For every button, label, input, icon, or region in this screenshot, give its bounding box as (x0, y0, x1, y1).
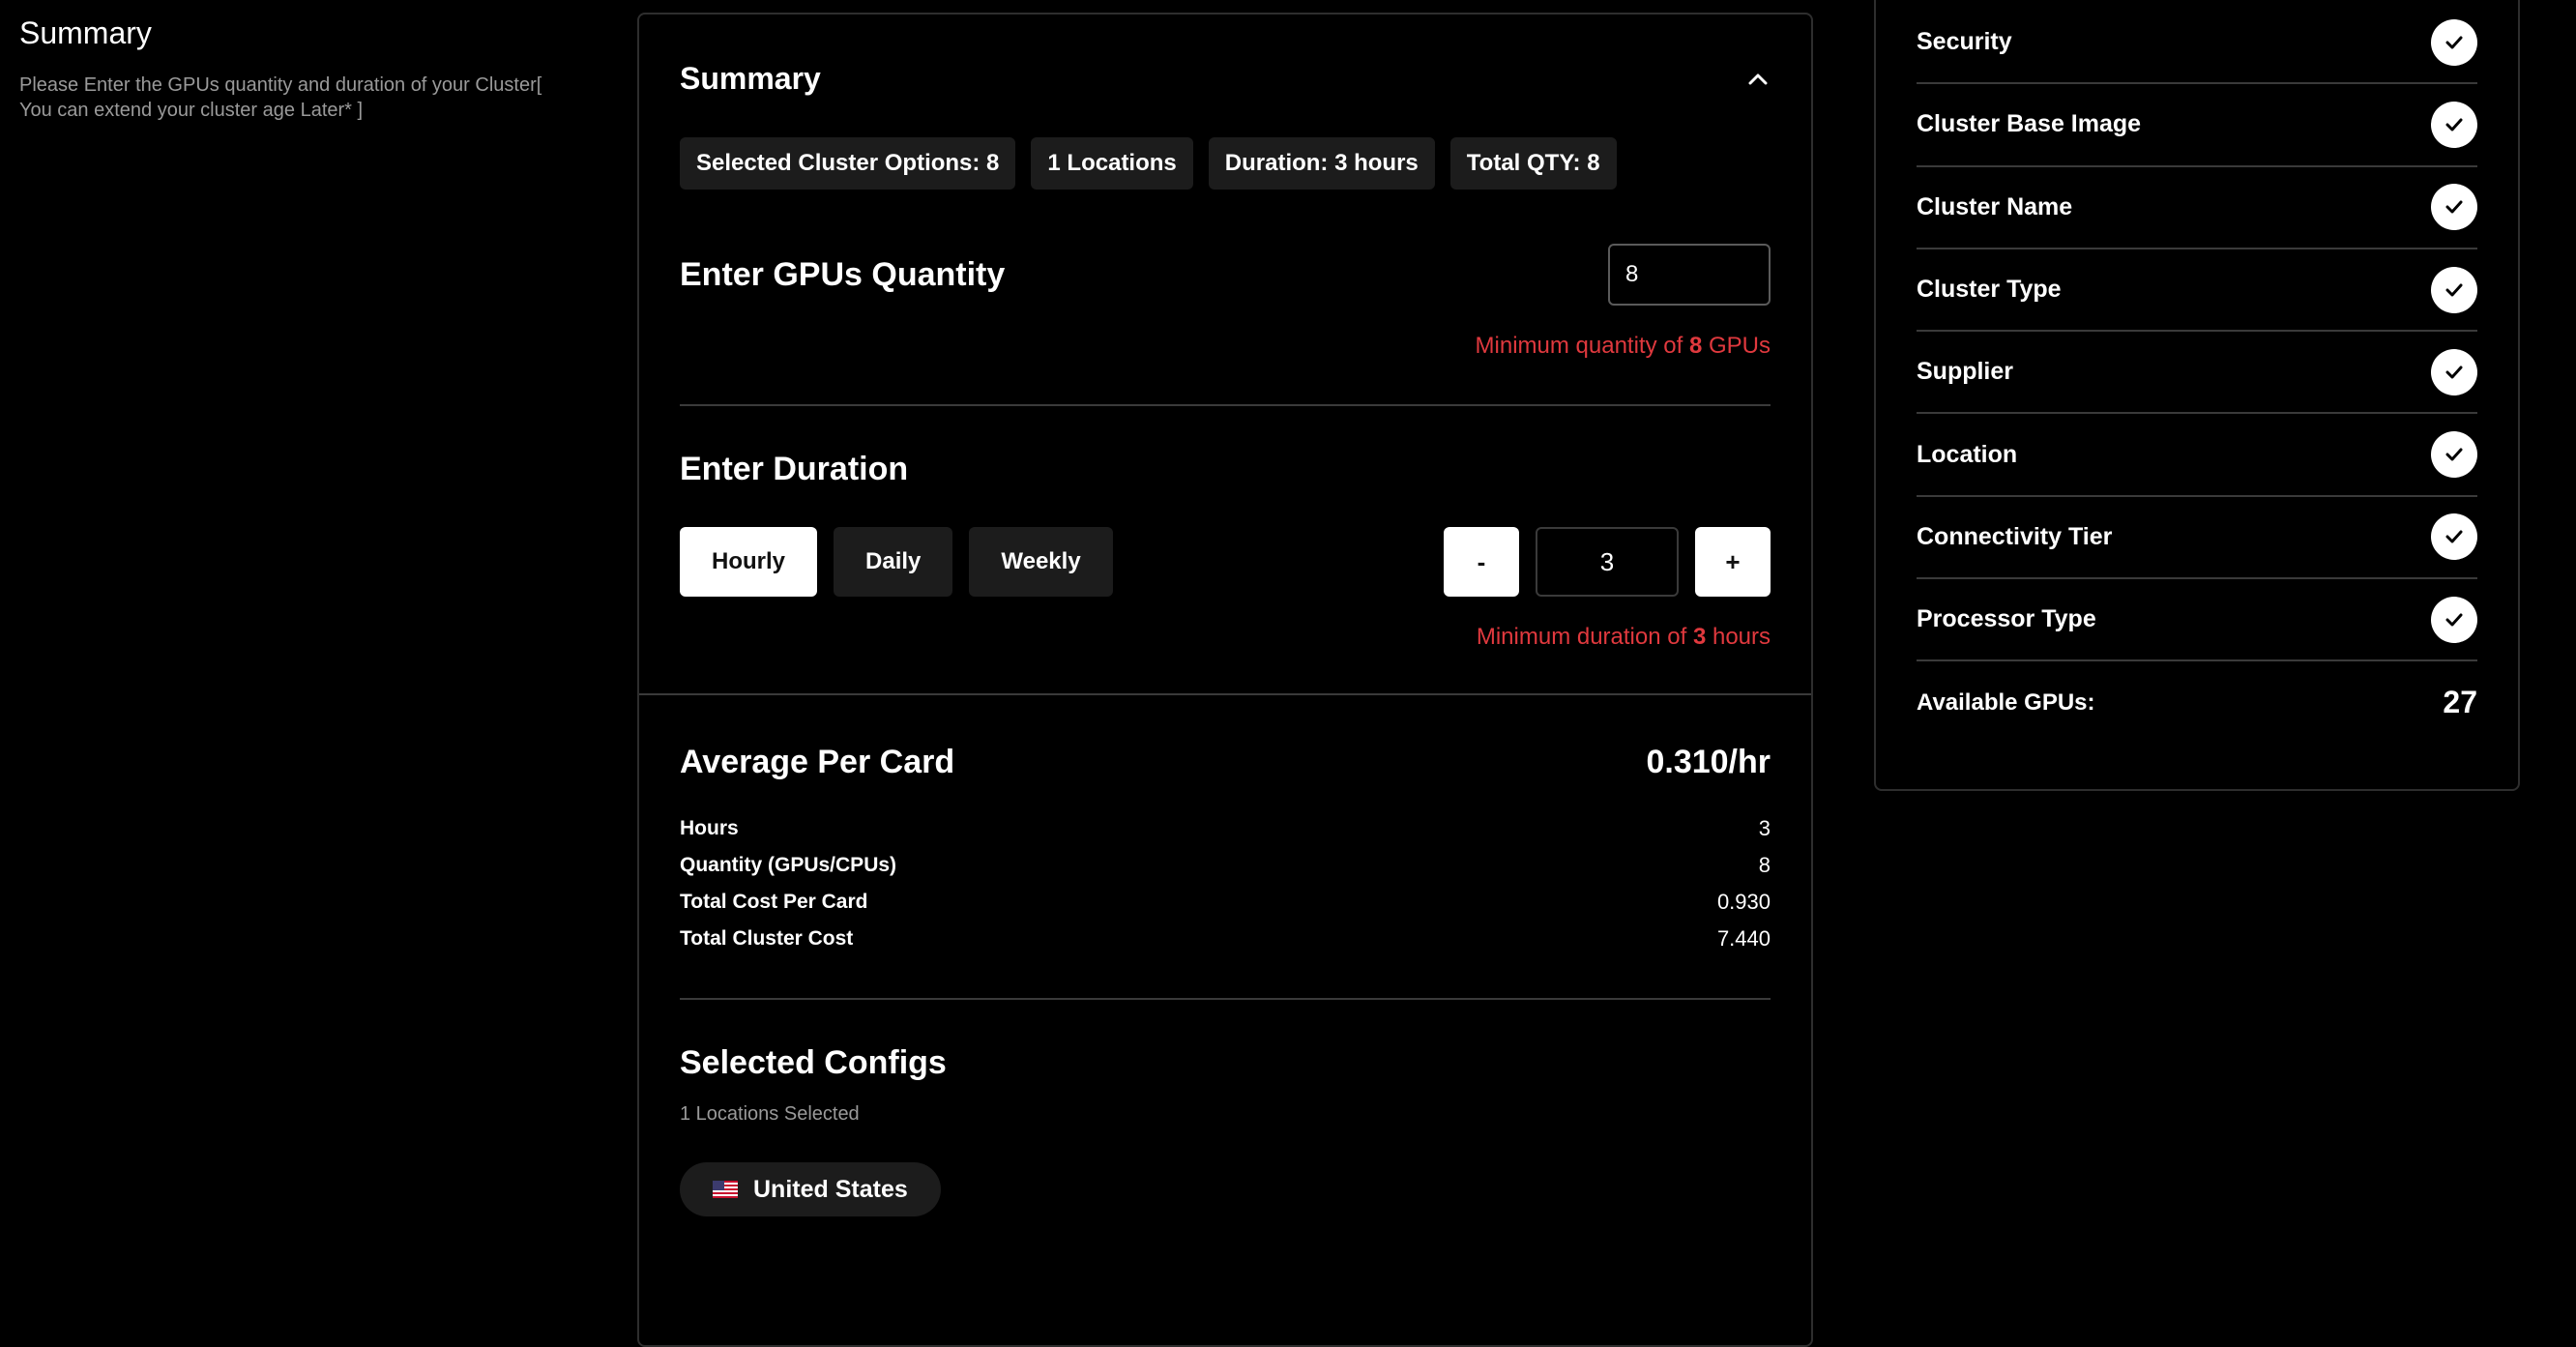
summary-header: Summary (680, 15, 1771, 97)
gpu-quantity-input[interactable] (1608, 244, 1771, 306)
checklist-item: Cluster Name (1917, 167, 2477, 249)
country-label: United States (753, 1175, 908, 1203)
summary-title: Summary (680, 61, 821, 96)
cost-table: Hours 3 Quantity (GPUs/CPUs) 8 Total Cos… (680, 810, 1771, 957)
cost-row-quantity: Quantity (GPUs/CPUs) 8 (680, 847, 1771, 884)
configs-subtitle: 1 Locations Selected (680, 1103, 860, 1125)
chip-duration: Duration: 3 hours (1208, 137, 1435, 190)
available-gpus-row: Available GPUs: 27 (1917, 685, 2477, 720)
cost-row-cluster: Total Cluster Cost 7.440 (680, 921, 1771, 957)
cost-label: Hours (680, 817, 739, 839)
average-row: Average Per Card 0.310/hr (680, 744, 1771, 781)
page-title: Summary (19, 15, 152, 50)
quantity-hint-prefix: Minimum quantity of (1475, 333, 1689, 359)
checklist: Security Cluster Base Image Cluster Name… (1917, 2, 2477, 662)
average-title: Average Per Card (680, 744, 955, 780)
checklist-label: Cluster Base Image (1917, 110, 2142, 138)
quantity-title: Enter GPUs Quantity (680, 255, 1006, 293)
section-divider (639, 693, 1811, 695)
cost-row-per-card: Total Cost Per Card 0.930 (680, 884, 1771, 921)
check-icon (2431, 184, 2477, 231)
checklist-label: Security (1917, 28, 2012, 56)
duration-hint-suffix: hours (1706, 624, 1771, 650)
duration-stepper: - + (1444, 527, 1771, 597)
average-value: 0.310/hr (1646, 744, 1771, 780)
check-icon (2431, 348, 2477, 395)
checklist-item: Security (1917, 2, 2477, 85)
quantity-hint-value: 8 (1688, 333, 1703, 359)
cost-value: 8 (1758, 853, 1771, 877)
daily-button[interactable]: Daily (834, 527, 953, 597)
quantity-hint: Minimum quantity of 8 GPUs (680, 333, 1771, 360)
checklist-label: Processor Type (1917, 605, 2096, 633)
cost-row-hours: Hours 3 (680, 810, 1771, 847)
hourly-button[interactable]: Hourly (680, 527, 818, 597)
duration-hint-prefix: Minimum duration of (1476, 624, 1693, 650)
intro-panel: Summary Please Enter the GPUs quantity a… (19, 15, 561, 123)
page-description: Please Enter the GPUs quantity and durat… (19, 74, 542, 121)
checklist-item: Location (1917, 414, 2477, 497)
duration-unit-selector: Hourly Daily Weekly (680, 527, 1113, 597)
checklist-label: Supplier (1917, 358, 2014, 386)
check-icon (2431, 101, 2477, 148)
checklist-label: Cluster Type (1917, 276, 2062, 304)
check-icon (2431, 266, 2477, 313)
available-gpus-value: 27 (2443, 685, 2477, 719)
checklist-label: Location (1917, 440, 2018, 468)
duration-hint-value: 3 (1692, 624, 1707, 650)
configs-title: Selected Configs (680, 1044, 947, 1081)
checklist-item: Processor Type (1917, 579, 2477, 662)
duration-hint: Minimum duration of 3 hours (680, 624, 1771, 651)
chip-total-qty: Total QTY: 8 (1449, 137, 1617, 190)
checklist-item: Connectivity Tier (1917, 497, 2477, 580)
divider (680, 404, 1771, 406)
cost-label: Quantity (GPUs/CPUs) (680, 854, 897, 876)
check-icon (2431, 431, 2477, 479)
chip-locations: 1 Locations (1031, 137, 1193, 190)
decrement-button[interactable]: - (1444, 527, 1519, 597)
summary-chips: Selected Cluster Options: 8 1 Locations … (680, 137, 1771, 190)
cost-value: 0.930 (1716, 890, 1771, 914)
chevron-up-icon[interactable] (1745, 67, 1771, 92)
checklist-label: Connectivity Tier (1917, 522, 2113, 550)
cost-label: Total Cluster Cost (680, 927, 854, 950)
duration-controls: Hourly Daily Weekly - + (680, 527, 1771, 597)
cost-label: Total Cost Per Card (680, 891, 868, 913)
checklist-label: Cluster Name (1917, 192, 2073, 220)
increment-button[interactable]: + (1695, 527, 1771, 597)
us-flag-icon (713, 1181, 738, 1198)
quantity-hint-suffix: GPUs (1702, 333, 1771, 359)
check-icon (2431, 513, 2477, 561)
checklist-item: Cluster Type (1917, 249, 2477, 333)
duration-title: Enter Duration (680, 451, 909, 487)
check-icon (2431, 596, 2477, 643)
available-gpus-label: Available GPUs: (1917, 688, 2095, 716)
chip-cluster-options: Selected Cluster Options: 8 (680, 137, 1016, 190)
divider (680, 998, 1771, 1000)
cost-value: 3 (1758, 816, 1771, 840)
cost-value: 7.440 (1716, 926, 1771, 951)
quantity-row: Enter GPUs Quantity (680, 244, 1771, 306)
duration-input[interactable] (1536, 527, 1679, 597)
country-chip[interactable]: United States (680, 1162, 941, 1216)
summary-card: Summary Selected Cluster Options: 8 1 Lo… (637, 13, 1813, 1347)
checklist-card: Security Cluster Base Image Cluster Name… (1874, 0, 2520, 791)
checklist-item: Supplier (1917, 332, 2477, 415)
check-icon (2431, 18, 2477, 66)
weekly-button[interactable]: Weekly (969, 527, 1113, 597)
checklist-item: Cluster Base Image (1917, 84, 2477, 167)
